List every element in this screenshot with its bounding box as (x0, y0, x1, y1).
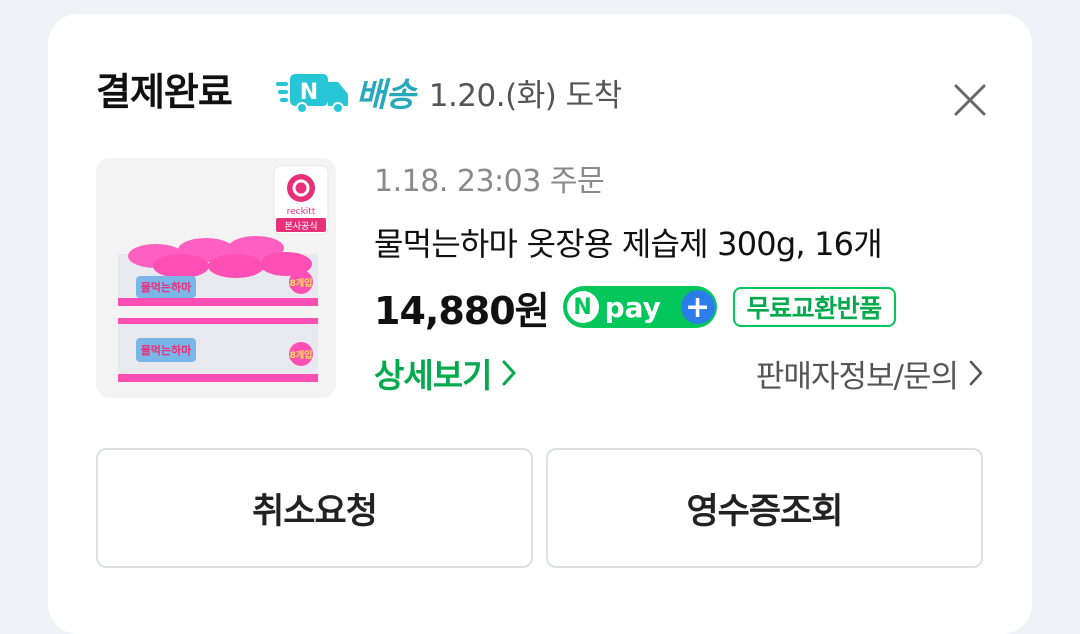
official-tag: 본사공식 (284, 221, 317, 232)
delivery-n-mark: N (300, 80, 318, 105)
chevron-right-icon (502, 360, 516, 386)
pack-label-bottom: 8개입 (290, 349, 313, 361)
page-title: 결제완료 (96, 70, 233, 114)
product-image-art: reckitt 본사공식 물먹는하마 8개입 물먹는하마 8개입 (118, 165, 329, 382)
product-label-top: 물먹는하마 (141, 280, 192, 294)
truck-icon: N (276, 74, 348, 114)
npay-text: pay (604, 290, 661, 324)
receipt-lookup-button[interactable]: 영수증조회 (546, 448, 983, 568)
order-date: 1.18. 23:03 주문 (374, 164, 605, 199)
delivery-date: 1.20.(화) 도착 (428, 77, 622, 114)
chevron-right-icon (969, 360, 983, 386)
product-label-bottom: 물먹는하마 (141, 343, 192, 357)
npay-logo: N pay + (562, 286, 717, 328)
product-image[interactable]: reckitt 본사공식 물먹는하마 8개입 물먹는하마 8개입 (96, 158, 336, 398)
npay-plus-icon: + (680, 290, 715, 325)
price: 14,880원 (374, 288, 550, 333)
price-row: 14,880원 N pay + 무료교환반품 (374, 280, 896, 334)
seller-info-label: 판매자정보/문의 (755, 358, 959, 395)
delivery-info: N 배송 1.20.(화) 도착 (276, 64, 622, 120)
cancel-request-button[interactable]: 취소요청 (96, 448, 533, 568)
npay-n-mark: N (566, 291, 599, 323)
brand-text: reckitt (287, 207, 316, 217)
view-details-label: 상세보기 (374, 356, 492, 395)
pack-label-top: 8개입 (290, 277, 313, 289)
delivery-label: 배송 (356, 75, 416, 114)
seller-info-link[interactable]: 판매자정보/문의 (756, 348, 984, 398)
free-return-badge: 무료교환반품 (732, 287, 896, 327)
product-name[interactable]: 물먹는하마 옷장용 제습제 300g, 16개 (374, 220, 883, 268)
view-details-link[interactable]: 상세보기 (374, 348, 517, 398)
close-icon[interactable] (950, 80, 990, 120)
